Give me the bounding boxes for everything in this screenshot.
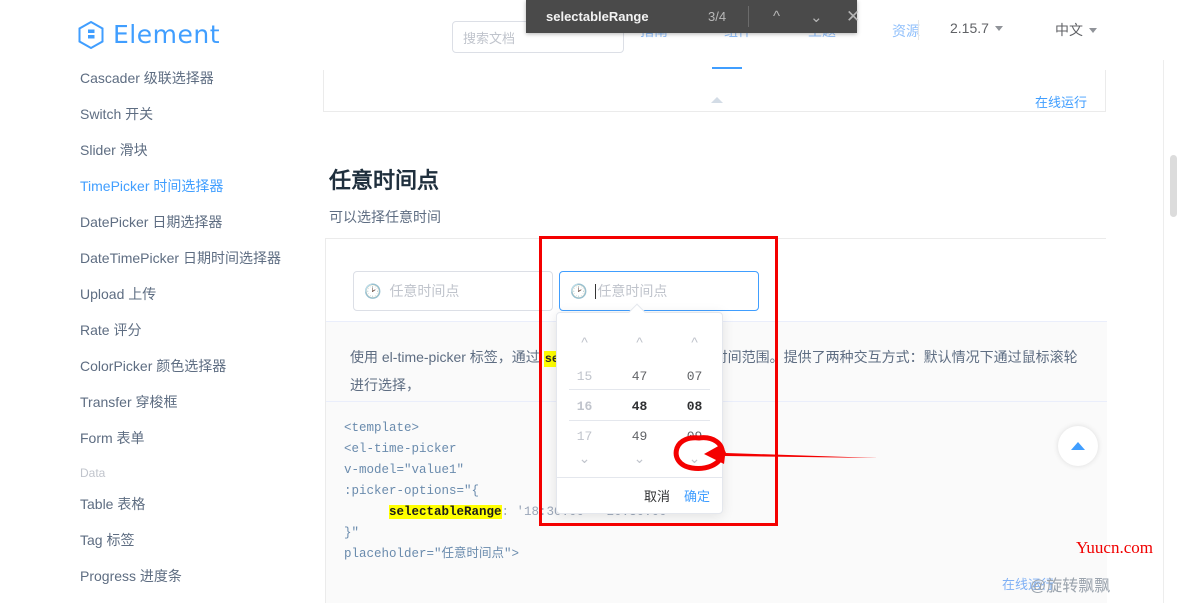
annotation-arrow [700, 440, 880, 470]
find-previous-icon[interactable]: ^ [773, 8, 780, 25]
second-value-prev[interactable]: 07 [667, 369, 722, 384]
minute-value-selected[interactable]: 48 [612, 399, 667, 414]
code-line-6: }" [344, 523, 1107, 544]
sidebar-item-progress[interactable]: Progress 进度条 [78, 558, 323, 594]
language-label: 中文 [1055, 20, 1083, 40]
watermark-site: Yuucn.com [1076, 538, 1153, 558]
search-placeholder: 搜索文档 [463, 28, 515, 47]
sidebar-item-upload[interactable]: Upload 上传 [78, 276, 323, 312]
cancel-button[interactable]: 取消 [644, 486, 670, 505]
minute-down-arrow-icon[interactable]: ⌄ [612, 451, 667, 465]
find-next-icon[interactable]: ⌄ [810, 8, 823, 26]
sidebar-item-timepicker[interactable]: TimePicker 时间选择器 [78, 168, 323, 204]
sidebar-item-form[interactable]: Form 表单 [78, 420, 323, 456]
collapse-triangle-icon [711, 97, 723, 103]
page-title: 任意时间点 [329, 163, 439, 195]
page-root: Element 搜索文档 指南 组件 主题 资源 2.15.7 中文 Casca… [0, 0, 1186, 603]
version-selector[interactable]: 2.15.7 [950, 20, 1003, 36]
chevron-down-icon [1089, 28, 1097, 33]
sidebar-item-slider[interactable]: Slider 滑块 [78, 132, 323, 168]
element-logo-icon [78, 21, 104, 49]
sidebar-group-data: Data [78, 456, 323, 486]
browser-find-bar: selectableRange 3/4 ^ ⌄ ✕ [526, 0, 857, 33]
chevron-down-icon [995, 26, 1003, 31]
second-value-selected[interactable]: 08 [667, 399, 722, 414]
sidebar-item-datetimepicker[interactable]: DateTimePicker 日期时间选择器 [78, 240, 323, 276]
page-subtitle: 可以选择任意时间 [329, 207, 441, 227]
run-online-link[interactable]: 在线运行 [1035, 92, 1087, 111]
time-input-second-placeholder: 任意时间点 [597, 281, 667, 301]
confirm-button[interactable]: 确定 [684, 486, 710, 505]
text-cursor [595, 284, 596, 299]
header-divider [918, 20, 919, 40]
site-logo[interactable]: Element [78, 20, 220, 49]
second-up-arrow-icon[interactable]: ^ [667, 335, 722, 349]
sidebar-item-datepicker[interactable]: DatePicker 日期选择器 [78, 204, 323, 240]
find-divider [748, 6, 749, 27]
language-selector[interactable]: 中文 [1055, 20, 1097, 40]
time-input-first[interactable]: 🕑 任意时间点 [353, 271, 553, 311]
demo-preview-area: 🕑 任意时间点 🕑 任意时间点 [326, 239, 1107, 321]
right-gutter [1163, 0, 1186, 603]
time-input-second[interactable]: 🕑 任意时间点 [559, 271, 759, 311]
arrow-up-icon [1071, 442, 1085, 450]
spinner-divider-bottom [569, 420, 710, 421]
code-highlight-selectable-range: selectableRange [389, 505, 502, 519]
sidebar-nav: Cascader 级联选择器 Switch 开关 Slider 滑块 TimeP… [78, 60, 323, 603]
time-input-first-placeholder: 任意时间点 [389, 281, 459, 301]
minute-value-prev[interactable]: 47 [612, 369, 667, 384]
page-scrollbar-thumb[interactable] [1170, 155, 1177, 217]
time-picker-footer: 取消 确定 [557, 477, 722, 513]
minute-up-arrow-icon[interactable]: ^ [612, 335, 667, 349]
left-gutter [0, 0, 78, 603]
sidebar-item-transfer[interactable]: Transfer 穿梭框 [78, 384, 323, 420]
hour-value-next[interactable]: 17 [557, 429, 612, 444]
watermark-author: @旋转飘飘 [1030, 572, 1110, 596]
nav-item-resource[interactable]: 资源 [892, 16, 920, 52]
find-match-count: 3/4 [708, 9, 726, 24]
minute-value-next[interactable]: 49 [612, 429, 667, 444]
find-search-term[interactable]: selectableRange [546, 9, 649, 24]
main-content: 在线运行 任意时间点 可以选择任意时间 🕑 任意时间点 🕑 任意时间点 使用 e… [323, 60, 1163, 603]
logo-text: Element [113, 20, 220, 49]
code-line-7: placeholder="任意时间点"> [344, 544, 1107, 565]
hour-column: ^ 15 16 17 ⌄ [557, 313, 612, 471]
code-line-5: selectableRange: '18:30:00 - 20:30:00' [344, 502, 1107, 523]
find-close-icon[interactable]: ✕ [846, 7, 860, 27]
hour-down-arrow-icon[interactable]: ⌄ [557, 451, 612, 465]
version-label: 2.15.7 [950, 20, 989, 36]
desc-part-1: 使用 el-time-picker 标签，通过 [350, 349, 544, 365]
sidebar-item-cascader[interactable]: Cascader 级联选择器 [78, 60, 323, 96]
hour-value-selected[interactable]: 16 [557, 399, 612, 414]
code-line-4: :picker-options="{ [344, 481, 1107, 502]
sidebar-item-table[interactable]: Table 表格 [78, 486, 323, 522]
previous-demo-footer: 在线运行 [323, 70, 1106, 112]
spinner-divider-top [569, 389, 710, 390]
back-to-top-button[interactable] [1058, 426, 1098, 466]
nav-active-underline [712, 67, 742, 69]
hour-up-arrow-icon[interactable]: ^ [557, 335, 612, 349]
clock-icon: 🕑 [364, 284, 381, 298]
time-picker-panel: ^ 15 16 17 ⌄ ^ 47 48 49 ⌄ ^ 07 08 09 ⌄ [556, 312, 723, 514]
sidebar-item-rate[interactable]: Rate 评分 [78, 312, 323, 348]
sidebar-item-tag[interactable]: Tag 标签 [78, 522, 323, 558]
clock-icon: 🕑 [570, 284, 587, 298]
hour-value-prev[interactable]: 15 [557, 369, 612, 384]
minute-column: ^ 47 48 49 ⌄ [612, 313, 667, 471]
sidebar-item-colorpicker[interactable]: ColorPicker 颜色选择器 [78, 348, 323, 384]
sidebar-item-switch[interactable]: Switch 开关 [78, 96, 323, 132]
